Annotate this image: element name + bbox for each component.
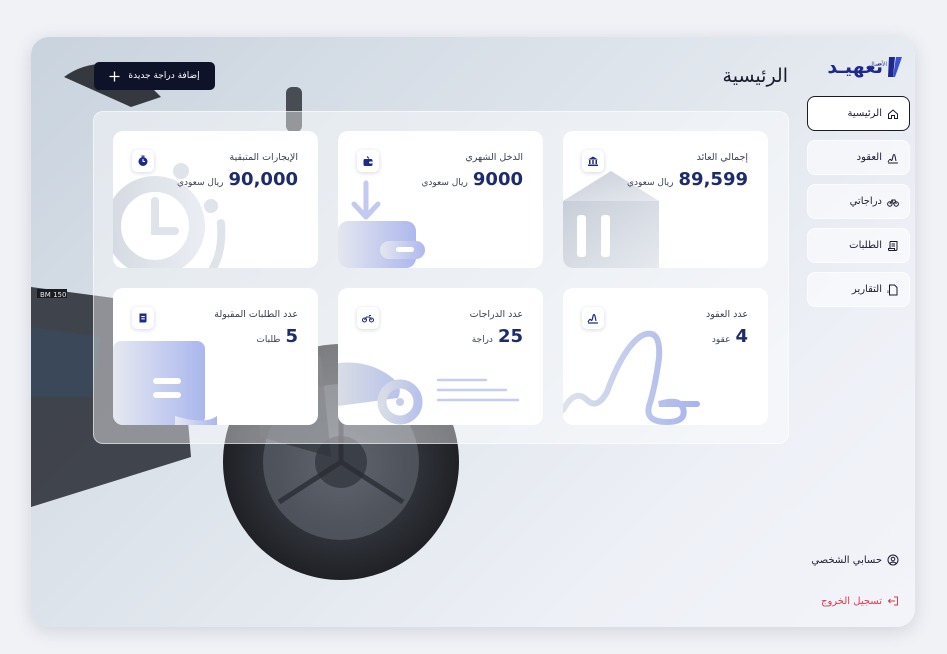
sidebar-item-label: الطلبات — [849, 240, 882, 251]
sidebar-item-label: التقارير — [851, 284, 882, 295]
my-account-label: حسابي الشخصي — [811, 554, 882, 566]
add-bike-label: إضافة دراجة جديدة — [128, 71, 200, 81]
bank-icon — [582, 150, 604, 172]
sidebar-item-label: العقود — [856, 152, 882, 163]
card-title: إجمالي العائد — [696, 152, 748, 163]
card-unit: ريال سعودي — [626, 178, 674, 188]
stat-card-monthly-income[interactable]: الدخل الشهري 9000 ريال سعودي — [338, 131, 543, 268]
bicycle-icon — [887, 199, 899, 207]
svg-text:PDF: PDF — [887, 290, 890, 294]
sidebar-item-label: دراجاتي — [849, 196, 882, 207]
logout-link[interactable]: تسجيل الخروج — [821, 595, 899, 607]
pdf-file-icon: PDF — [887, 284, 898, 295]
card-value: 25 — [497, 326, 523, 347]
card-unit: دراجة — [471, 335, 493, 345]
card-unit: عقود — [711, 335, 731, 345]
motorcycle-icon — [357, 307, 379, 329]
app-window: BM 150 تعهيـد الأعمال الرئيسية إضافة درا… — [31, 37, 915, 627]
logout-icon — [887, 596, 898, 606]
stat-card-bikes-count[interactable]: عدد الدراجات 25 دراجة — [338, 288, 543, 425]
card-value: 89,599 — [678, 169, 748, 190]
clock-icon — [132, 150, 154, 172]
my-account-link[interactable]: حسابي الشخصي — [811, 554, 899, 566]
scroll-icon — [888, 240, 898, 251]
sidebar-item-label: الرئيسية — [847, 108, 882, 119]
sidebar-item-contracts[interactable]: العقود — [807, 140, 910, 175]
sidebar-item-bikes[interactable]: دراجاتي — [807, 184, 910, 219]
plus-icon — [109, 71, 120, 81]
page-title: الرئيسية — [722, 65, 788, 87]
user-circle-icon — [887, 554, 899, 566]
stat-card-accepted-requests[interactable]: عدد الطلبات المقبولة 5 طلبات — [113, 288, 318, 425]
scroll-icon — [132, 307, 154, 329]
card-unit: ريال سعودي — [421, 178, 468, 188]
card-value: 4 — [735, 326, 748, 347]
sidebar-item-home[interactable]: الرئيسية — [807, 96, 910, 131]
brand-tagline: الأعمال — [868, 61, 887, 68]
bike-badge-text: BM 150 — [40, 291, 66, 299]
sidebar-item-reports[interactable]: PDF التقارير — [807, 272, 910, 307]
card-title: عدد الطلبات المقبولة — [214, 309, 298, 320]
card-title: عدد الدراجات — [469, 309, 523, 320]
brand-logo[interactable]: تعهيـد — [827, 55, 903, 79]
signature-icon — [582, 307, 604, 329]
card-title: الإيجارات المتبقية — [229, 152, 298, 163]
card-unit: طلبات — [256, 335, 281, 345]
stat-card-remaining-rents[interactable]: الإيجارات المتبقية 90,000 ريال سعودي — [113, 131, 318, 268]
stat-card-total-revenue[interactable]: إجمالي العائد 89,599 ريال سعودي — [563, 131, 768, 268]
sidebar-nav: الرئيسية العقود دراجاتي الطلبات PDF التق… — [807, 96, 910, 316]
wallet-icon — [357, 150, 379, 172]
card-value: 90,000 — [228, 169, 298, 190]
signature-icon — [887, 153, 898, 163]
logout-label: تسجيل الخروج — [820, 595, 882, 607]
stats-panel: إجمالي العائد 89,599 ريال سعودي الدخل ال… — [93, 111, 789, 444]
add-bike-button[interactable]: إضافة دراجة جديدة — [94, 62, 215, 90]
card-title: عدد العقود — [706, 309, 748, 320]
card-value: 9000 — [472, 169, 523, 190]
card-value: 5 — [285, 326, 298, 347]
stat-card-contracts-count[interactable]: عدد العقود 4 عقود — [563, 288, 768, 425]
home-icon — [888, 108, 898, 119]
card-title: الدخل الشهري — [465, 152, 523, 163]
brand-mark-icon — [888, 57, 902, 77]
card-unit: ريال سعودي — [176, 178, 224, 188]
sidebar-item-requests[interactable]: الطلبات — [807, 228, 910, 263]
